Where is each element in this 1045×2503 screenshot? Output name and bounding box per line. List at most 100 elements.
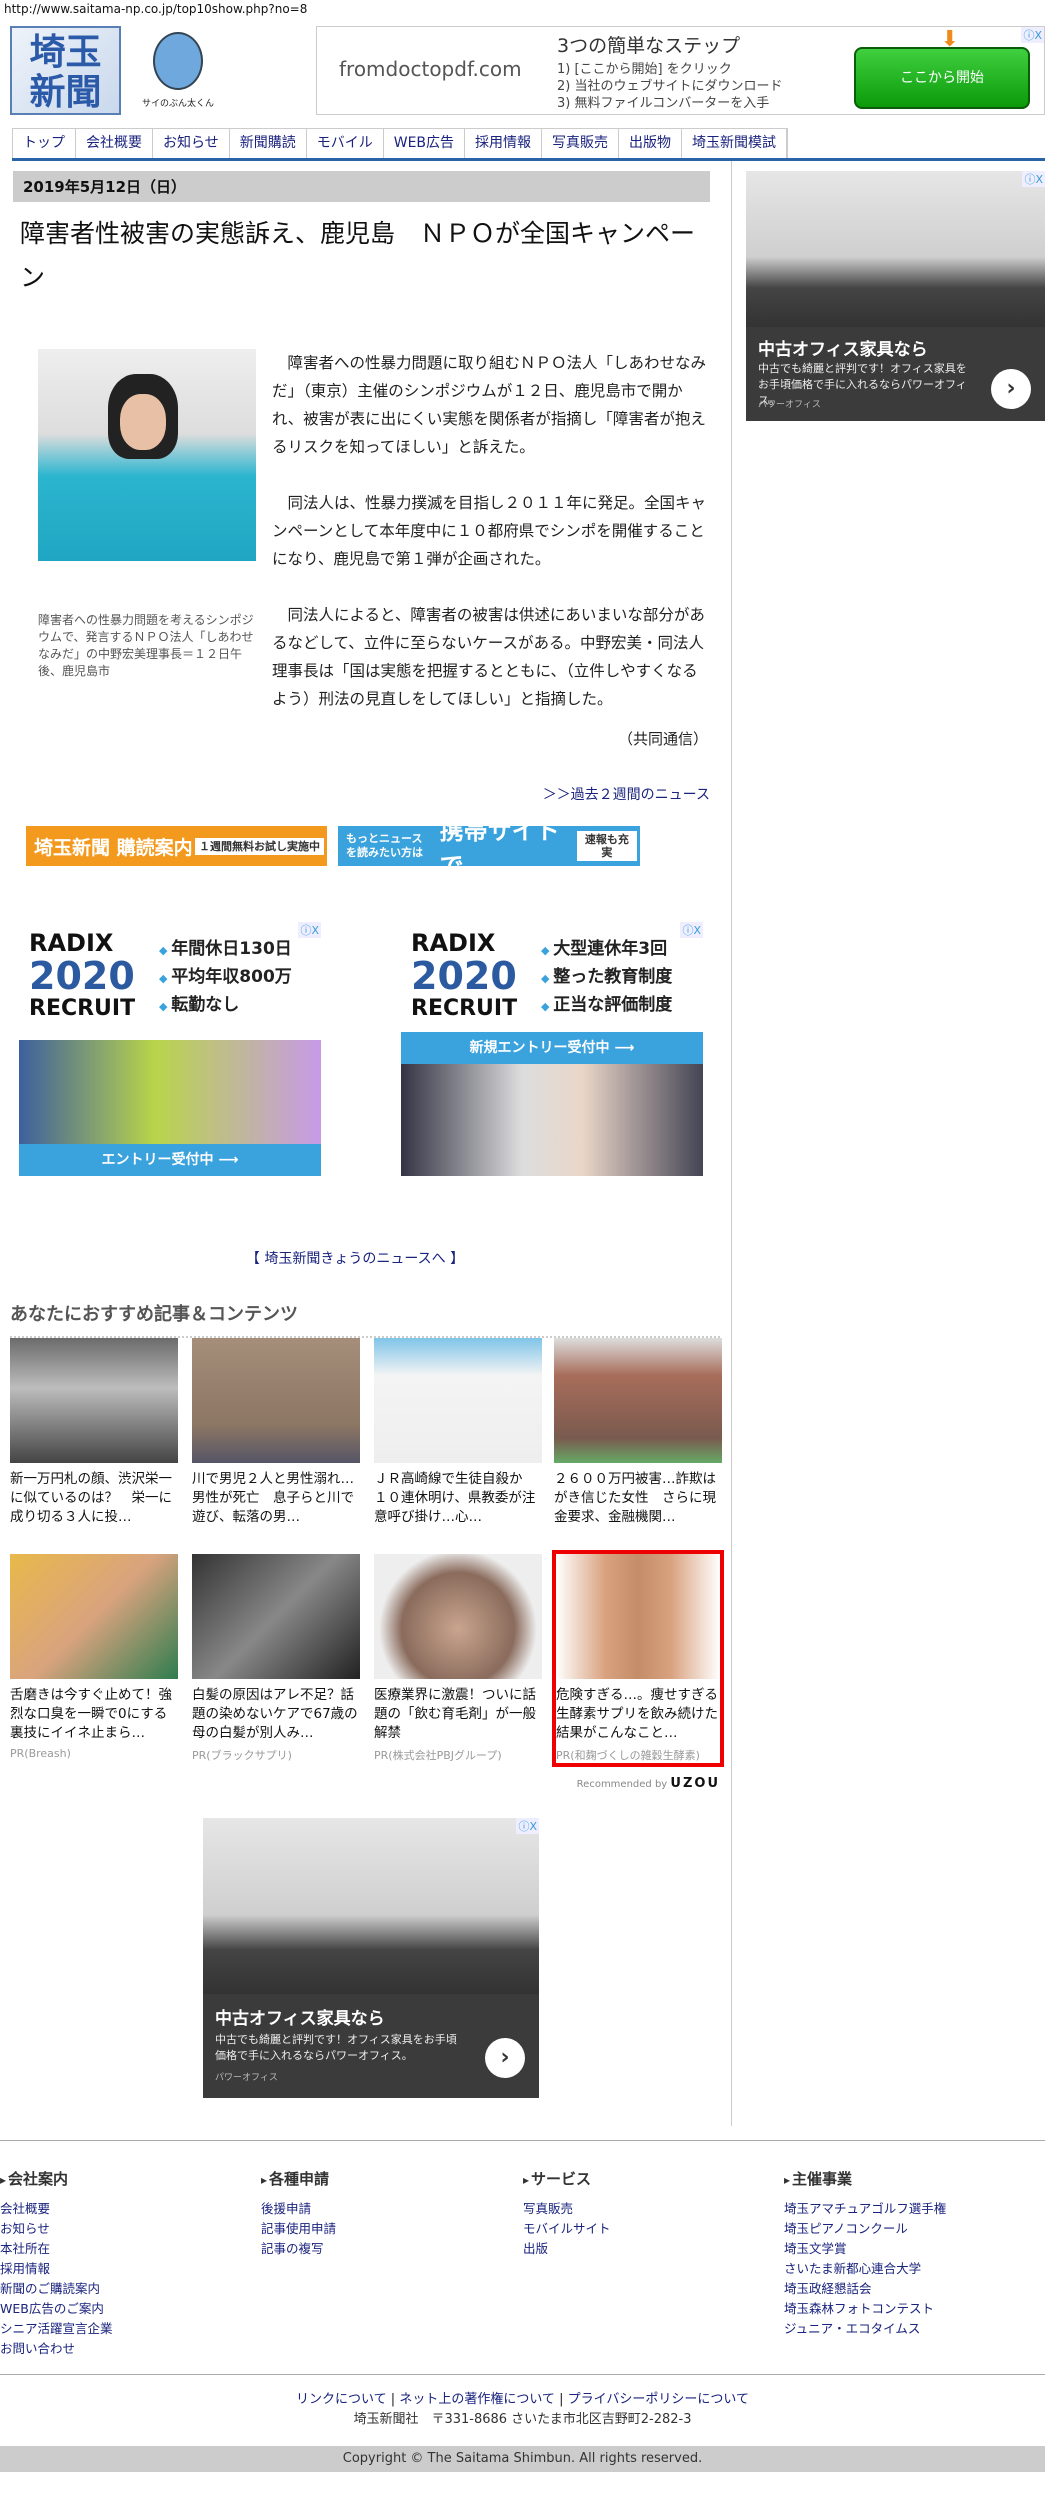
footer-col-services: サービス 写真販売 モバイルサイト 出版	[523, 2168, 773, 2259]
item-thumbnail	[192, 1338, 360, 1463]
ad-step: 2) 当社のウェブサイトにダウンロード	[557, 79, 783, 94]
item-thumbnail	[374, 1338, 542, 1463]
subscription-banner[interactable]: 埼玉新聞 購読案内 １週間無料お試し実施中	[26, 826, 327, 866]
footer-link[interactable]: お問い合わせ	[0, 2339, 250, 2359]
chevron-right-icon[interactable]: ›	[485, 2038, 525, 2078]
footer-link[interactable]: 採用情報	[0, 2259, 250, 2279]
nav-top[interactable]: トップ	[13, 129, 76, 158]
footer-link[interactable]: 新聞のご購読案内	[0, 2279, 250, 2299]
footer-link[interactable]: 記事の複写	[261, 2239, 511, 2259]
article-paragraph: 同法人によると、障害者の被害は供述にあいまいな部分があるなどして、立件に至らない…	[272, 606, 705, 708]
nav-recruit[interactable]: 採用情報	[465, 129, 543, 158]
top-banner-ad[interactable]: fromdoctopdf.com 3つの簡単なステップ 1) [ここから開始] …	[316, 26, 1045, 115]
item-thumbnail	[10, 1338, 178, 1463]
privacy-policy-link[interactable]: プライバシーポリシーについて	[568, 2392, 749, 2407]
footer-col-events: 主催事業 埼玉アマチュアゴルフ選手権 埼玉ピアノコンクール 埼玉文学賞 さいたま…	[784, 2168, 1034, 2339]
recommend-item[interactable]: 川で男児２人と男性溺れ…男性が死亡 息子らと川で遊び、転落の男…	[192, 1338, 360, 1527]
nav-news[interactable]: お知らせ	[153, 129, 230, 158]
mobile-site-banner[interactable]: もっとニュースを読みたい方は 携帯サイトで 速報も充実	[338, 817, 640, 880]
footer-link[interactable]: 埼玉ピアノコンクール	[784, 2219, 1034, 2239]
article-paragraph: 障害者への性暴力問題に取り組むＮＰＯ法人「しあわせなみだ」（東京）主催のシンポジ…	[272, 354, 707, 456]
footer-link[interactable]: 会社概要	[0, 2199, 250, 2219]
adchoices-icon[interactable]: ⓘX	[1022, 171, 1045, 187]
recommend-item[interactable]: 医療業界に激震！ついに話題の「飲む育毛剤」が一般解禁 PR(株式会社PBJグループ…	[374, 1554, 542, 1763]
recommended-by-uzou[interactable]: Recommended by UZOU	[560, 1776, 720, 1791]
recommend-item[interactable]: ２６００万円被害…詐欺はがき信じた女性 さらに現金要求、金融機関…	[554, 1338, 722, 1527]
adchoices-icon[interactable]: ⓘX	[298, 922, 321, 938]
radix-recruit-ad[interactable]: RADIX2020RECRUIT 大型連休年3回整った教育制度正当な評価制度 新…	[401, 922, 703, 1176]
ad-headline: 3つの簡単なステップ	[557, 35, 741, 57]
item-title: 白髪の原因はアレ不足？話題の染めないケアで67歳の母の白髪が別人み…	[192, 1687, 358, 1741]
ad-sponsor: パワーオフィス	[758, 400, 821, 410]
banner-text: 携帯サイトで	[439, 817, 560, 880]
ad-points: 大型連休年3回整った教育制度正当な評価制度	[541, 936, 672, 1020]
footer-link[interactable]: WEB広告のご案内	[0, 2299, 250, 2319]
saitama-shimbun-logo[interactable]: 埼玉新聞	[10, 26, 121, 115]
ad-photo	[19, 1040, 321, 1144]
ad-domain: fromdoctopdf.com	[339, 57, 522, 81]
footer-divider	[0, 2140, 1045, 2141]
today-news-link[interactable]: 【 埼玉新聞きょうのニュースへ 】	[0, 1248, 710, 1268]
article-body: 障害者への性暴力問題に取り組むＮＰＯ法人「しあわせなみだ」（東京）主催のシンポジ…	[272, 349, 708, 741]
nav-company[interactable]: 会社概要	[76, 129, 153, 158]
footer-link[interactable]: ジュニア・エコタイムス	[784, 2319, 1034, 2339]
footer-link[interactable]: 記事使用申請	[261, 2219, 511, 2239]
entry-button[interactable]: エントリー受付中 ⟶	[19, 1144, 321, 1176]
ad-start-button[interactable]: ここから開始	[854, 47, 1030, 109]
footer-link[interactable]: 埼玉文学賞	[784, 2239, 1034, 2259]
radix-recruit-ad[interactable]: RADIX2020RECRUIT 年間休日130日平均年収800万転勤なし エン…	[19, 922, 321, 1176]
footer-link[interactable]: 後援申請	[261, 2199, 511, 2219]
link-policy-link[interactable]: リンクについて	[296, 2392, 387, 2407]
item-sponsor: PR(和麹づくしの雑穀生酵素)	[556, 1749, 700, 1762]
nav-mock-exam[interactable]: 埼玉新聞模試	[682, 129, 788, 158]
nav-subscribe[interactable]: 新聞購読	[230, 129, 307, 158]
article-title: 障害者性被害の実態訴え、鹿児島 ＮＰＯが全国キャンペーン	[20, 219, 696, 292]
chevron-right-icon[interactable]: ›	[991, 369, 1031, 409]
copyright: Copyright © The Saitama Shimbun. All rig…	[0, 2446, 1045, 2472]
recommend-item[interactable]: ＪＲ高崎線で生徒自殺か １０連休明け、県教委が注意呼び掛け…心…	[374, 1338, 542, 1527]
recommend-item[interactable]: 白髪の原因はアレ不足？話題の染めないケアで67歳の母の白髪が別人み… PR(ブラッ…	[192, 1554, 360, 1763]
nav-photo-sales[interactable]: 写真販売	[542, 129, 620, 158]
article-photo	[38, 349, 256, 561]
adchoices-icon[interactable]: ⓘX	[1021, 27, 1044, 43]
entry-button[interactable]: 新規エントリー受付中 ⟶	[401, 1032, 703, 1064]
company-address: 埼玉新聞社 〒331-8686 さいたま市北区吉野町2-282-3	[353, 2412, 692, 2427]
item-thumbnail	[192, 1554, 360, 1679]
footer-link[interactable]: さいたま新都心連合大学	[784, 2259, 1034, 2279]
banner-box: 速報も充実	[576, 831, 637, 861]
footer-link[interactable]: お知らせ	[0, 2219, 250, 2239]
office-furniture-ad-sidebar[interactable]: 中古オフィス家具なら 中古でも綺麗と評判です！オフィス家具をお手頃価格で手に入れ…	[746, 171, 1045, 421]
footer-link[interactable]: 埼玉政経懇話会	[784, 2279, 1034, 2299]
ad-photo	[401, 1064, 703, 1176]
banner-small-text: もっとニュースを読みたい方は	[346, 832, 423, 859]
column-divider	[731, 161, 732, 2126]
recommend-item[interactable]: 舌磨きは今すぐ止めて！強烈な口臭を一瞬で0にする裏技にイイネ止まら… PR(Bre…	[10, 1554, 178, 1760]
ad-photo	[746, 171, 1045, 327]
mascot-caption: サイのぶん太くん	[141, 99, 214, 109]
recommend-item-highlighted[interactable]: 危険すぎる…。痩せすぎる生酵素サプリを飲み続けた結果がこんなこと… PR(和麹づく…	[552, 1550, 724, 1767]
nav-publications[interactable]: 出版物	[619, 129, 683, 158]
copyright-policy-link[interactable]: ネット上の著作権について	[399, 2392, 555, 2407]
item-sponsor: PR(ブラックサプリ)	[192, 1749, 292, 1762]
footer-link[interactable]: 埼玉森林フォトコンテスト	[784, 2299, 1034, 2319]
recommend-item[interactable]: 新一万円札の顔、渋沢栄一に似ているのは？ 栄一に成り切る３人に投…	[10, 1338, 178, 1527]
nav-web-ads[interactable]: WEB広告	[384, 129, 466, 158]
office-furniture-ad[interactable]: 中古オフィス家具なら 中古でも綺麗と評判です！オフィス家具をお手頃価格で手に入れ…	[203, 1818, 539, 2098]
footer-link[interactable]: 埼玉アマチュアゴルフ選手権	[784, 2199, 1034, 2219]
item-title: 舌磨きは今すぐ止めて！強烈な口臭を一瞬で0にする裏技にイイネ止まら…	[10, 1687, 172, 1741]
item-title: 危険すぎる…。痩せすぎる生酵素サプリを飲み続けた結果がこんなこと…	[556, 1687, 718, 1741]
adchoices-icon[interactable]: ⓘX	[516, 1818, 539, 1834]
nav-mobile[interactable]: モバイル	[307, 129, 384, 158]
adchoices-icon[interactable]: ⓘX	[680, 922, 703, 938]
page-url: http://www.saitama-np.co.jp/top10show.ph…	[4, 2, 308, 16]
item-title: ＪＲ高崎線で生徒自殺か １０連休明け、県教委が注意呼び掛け…心…	[374, 1471, 536, 1525]
ad-headline: 中古オフィス家具なら	[215, 2009, 385, 2029]
footer-link[interactable]: 写真販売	[523, 2199, 773, 2219]
footer-link[interactable]: モバイルサイト	[523, 2219, 773, 2239]
item-thumbnail	[556, 1554, 720, 1679]
past-news-link[interactable]: ＞＞過去２週間のニュース	[500, 784, 710, 804]
footer-link[interactable]: 出版	[523, 2239, 773, 2259]
ad-description: 中古でも綺麗と評判です！オフィス家具をお手頃価格で手に入れるならパワーオフィス。	[215, 2033, 457, 2062]
footer-link[interactable]: シニア活躍宣言企業	[0, 2319, 250, 2339]
footer-link[interactable]: 本社所在	[0, 2239, 250, 2259]
